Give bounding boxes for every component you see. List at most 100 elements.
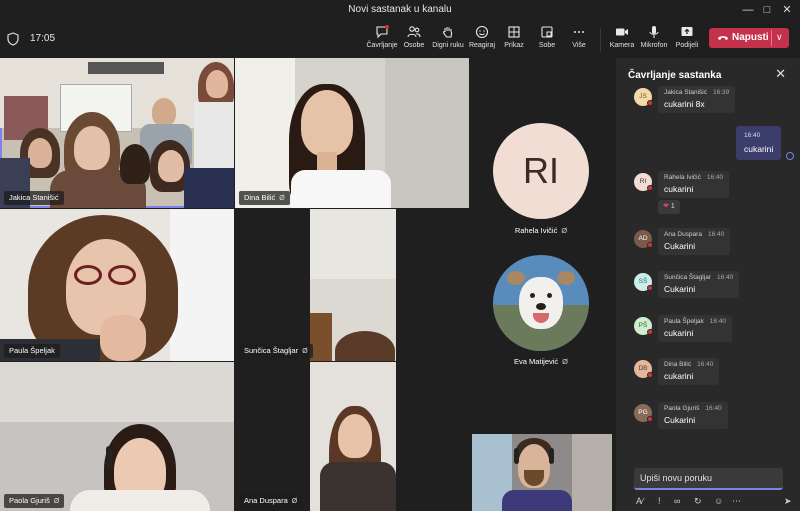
- glasses: [108, 265, 136, 285]
- close-icon[interactable]: ✕: [775, 66, 786, 82]
- person: [206, 70, 228, 98]
- message-time: 16:40: [744, 132, 761, 139]
- dog-nose: [536, 303, 546, 310]
- participant-name-label: Sunčica Štagljar Ø: [239, 344, 313, 358]
- reaction-count: 1: [670, 203, 675, 210]
- person: [28, 138, 52, 168]
- message-author: Ana Duspara: [664, 231, 702, 238]
- message-author: Paola Gjuriš: [664, 405, 700, 412]
- maximize-icon[interactable]: □: [759, 2, 775, 18]
- message-time: 16:39: [713, 89, 730, 96]
- grid-icon: [508, 26, 520, 38]
- message-bubble: Paola Gjuriš 16:40 Cukarini: [658, 402, 728, 429]
- emoji-icon[interactable]: ☺: [714, 496, 723, 506]
- participant-name-label: Ana Duspara Ø: [239, 494, 303, 508]
- loop-icon[interactable]: ↻: [694, 496, 702, 507]
- chevron-down-icon[interactable]: ∨: [776, 32, 783, 43]
- projector: [88, 62, 164, 74]
- react-button[interactable]: Reagiraj: [466, 25, 498, 55]
- message-bubble: Paula Špeljak 16:40 cukarini: [658, 315, 733, 342]
- heart-icon: ❤: [663, 203, 669, 210]
- message-text: cukarini: [664, 371, 694, 381]
- avatar-rahela[interactable]: RI: [493, 123, 589, 219]
- video-tile-suncica[interactable]: Sunčica Štagljar Ø: [235, 209, 469, 361]
- more-button[interactable]: Više: [563, 25, 595, 55]
- chat-button[interactable]: Čavrljanje: [366, 25, 398, 55]
- message-author: Sunčica Štagljar: [664, 274, 711, 281]
- mic-muted-icon: Ø: [53, 498, 60, 505]
- leave-button[interactable]: Napusti ∨: [709, 28, 789, 48]
- presence-dot: [647, 242, 653, 248]
- message-text: Cukarini: [664, 284, 696, 294]
- minimize-icon[interactable]: —: [740, 2, 756, 18]
- hand-icon: [443, 27, 453, 38]
- wall: [385, 58, 469, 208]
- message-author: Paula Špeljak: [664, 318, 704, 325]
- format-icon[interactable]: A∕: [636, 496, 644, 506]
- participant-name-label: Jakica Stanišić: [4, 191, 64, 205]
- self-view-video[interactable]: [472, 434, 612, 511]
- react-button-label: Reagiraj: [468, 42, 496, 49]
- attach-icon[interactable]: ∞: [674, 496, 680, 506]
- presence-dot: [647, 329, 653, 335]
- presence-dot: [647, 100, 653, 106]
- participant-name-label: Paola Gjuriš Ø: [4, 494, 65, 508]
- rooms-button-label: Sobe: [538, 42, 556, 49]
- view-button[interactable]: Prikaz: [498, 25, 530, 55]
- mic-muted-icon: Ø: [291, 498, 298, 505]
- dog-ear: [507, 271, 525, 285]
- video-tile-dina[interactable]: Dina Bilić Ø: [235, 58, 469, 208]
- leave-divider: [771, 30, 772, 46]
- mic-muted-icon: Ø: [279, 195, 285, 202]
- message-input[interactable]: [634, 468, 783, 488]
- video-tile-jakica[interactable]: Jakica Stanišić: [0, 58, 234, 208]
- message-bubble: Jakica Stanišić 16:39 cukarini 8x: [658, 86, 736, 113]
- person: [338, 414, 372, 458]
- compose-box[interactable]: [634, 468, 783, 490]
- close-icon[interactable]: ✕: [779, 2, 795, 18]
- dog-eye: [547, 293, 552, 298]
- rooms-button[interactable]: Sobe: [531, 25, 563, 55]
- message-author: Rahela Ivičić: [664, 174, 701, 181]
- person: [301, 90, 353, 156]
- mic-button[interactable]: Mikrofon: [638, 25, 670, 55]
- camera-button[interactable]: Kamera: [606, 25, 638, 55]
- message-author: Dina Bilić: [664, 361, 692, 368]
- message-time: 16:40: [697, 361, 714, 368]
- people-button-label: Osobe: [403, 42, 425, 49]
- person-body: [291, 170, 391, 208]
- raise-hand-button[interactable]: Digni ruku: [432, 25, 464, 55]
- message-bubble: Rahela Ivičić 16:40 cukarini: [658, 171, 730, 198]
- video-tile-ana[interactable]: Ana Duspara Ø: [235, 362, 469, 511]
- avatar-eva[interactable]: [493, 255, 589, 351]
- phone-hangup-icon: [718, 36, 728, 40]
- presence-dot: [647, 416, 653, 422]
- more-icon[interactable]: ⋯: [732, 496, 741, 507]
- person-neck: [317, 152, 337, 172]
- message-time: 16:40: [716, 274, 734, 281]
- participant-name-label: Eva Matijević Ø: [513, 357, 569, 366]
- title-bar: Novi sastanak u kanalu — □ ✕: [0, 0, 800, 20]
- video-tile-paula[interactable]: Paula Špeljak: [0, 209, 234, 361]
- person: [158, 150, 184, 182]
- priority-icon[interactable]: !: [658, 496, 661, 506]
- chat-icon: [376, 25, 389, 39]
- share-icon: [681, 27, 693, 36]
- smiley-icon: [475, 25, 489, 39]
- mic-icon: [649, 26, 659, 38]
- heart-reaction[interactable]: ❤ 1: [658, 200, 680, 214]
- message-time: 16:40: [709, 318, 727, 325]
- more-button-label: Više: [572, 42, 586, 49]
- people-button[interactable]: Osobe: [398, 25, 430, 55]
- message-time: 16:40: [707, 231, 725, 238]
- camera-button-label: Kamera: [609, 42, 635, 49]
- person-hair: [120, 144, 150, 184]
- send-icon[interactable]: ➤: [784, 496, 792, 507]
- person-body: [502, 490, 572, 511]
- people-icon: [407, 26, 421, 38]
- message-time: 16:40: [705, 405, 722, 412]
- video-tile-paola[interactable]: Paola Gjuriš Ø: [0, 362, 234, 511]
- share-button[interactable]: Podijeli: [671, 25, 703, 55]
- window-title: Novi sastanak u kanalu: [348, 4, 452, 15]
- participant-name-label: Paula Špeljak: [4, 344, 60, 358]
